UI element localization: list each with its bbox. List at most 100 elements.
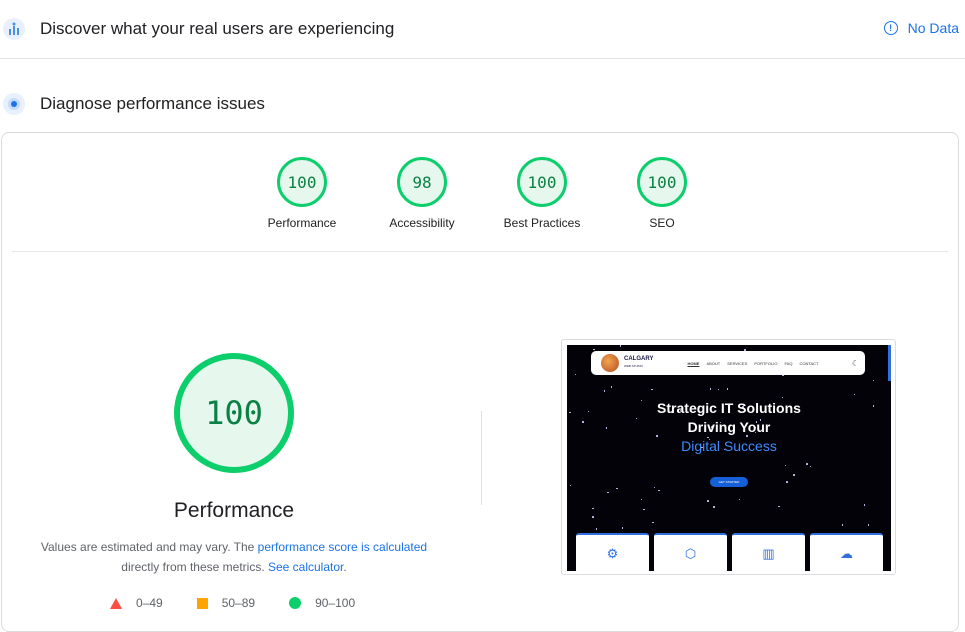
field-data-section: Discover what your real users are experi… (0, 0, 965, 59)
gauge-performance[interactable]: 100 Performance (242, 157, 362, 230)
gauge-accessibility[interactable]: 98 Accessibility (362, 157, 482, 230)
logo-line: CALGARY (624, 356, 654, 362)
no-data-link[interactable]: ! No Data (883, 20, 959, 36)
star (621, 527, 624, 529)
star (651, 388, 653, 391)
star (653, 486, 655, 489)
star (592, 507, 594, 510)
preview-nav-links: HOME ABOUT SERVICES PORTFOLIO FAQ CONTAC… (687, 361, 818, 366)
legend-fail: 0–49 (110, 596, 163, 610)
legend-average: 50–89 (196, 596, 256, 610)
shield-icon: ⬡ (654, 533, 727, 571)
gauge-label: SEO (649, 216, 675, 230)
star (778, 505, 780, 508)
star (607, 491, 609, 494)
note-text: . (343, 560, 347, 574)
star (619, 345, 622, 347)
star (658, 489, 660, 492)
star (793, 474, 795, 476)
star (717, 388, 720, 391)
star (809, 465, 812, 468)
hero-line-highlight: Digital Success (681, 438, 777, 454)
preview-nav-link: PORTFOLIO (754, 360, 778, 366)
star (643, 508, 645, 511)
star (595, 528, 598, 530)
category-gauges: 100 Performance 98 Accessibility 100 Bes… (242, 157, 722, 230)
people-chart-icon (3, 18, 25, 40)
score-ring: 100 (637, 157, 687, 207)
circle-icon (289, 597, 302, 609)
field-data-title: Discover what your real users are experi… (40, 19, 395, 38)
star (863, 504, 866, 506)
star (616, 487, 618, 490)
score-ring: 98 (397, 157, 447, 207)
preview-logo-text: CALGARY WEB STUDIO (624, 356, 653, 370)
star (610, 386, 613, 388)
performance-score-gauge: 100 (174, 353, 294, 473)
preview-service-cards: ⚙ ⬡ ▥ ☁ (576, 533, 883, 571)
preview-hero-heading: Strategic IT Solutions Driving Your Digi… (567, 399, 891, 456)
star (806, 463, 808, 465)
lab-flask-icon (3, 93, 25, 115)
moon-icon: ☾ (851, 358, 859, 368)
divider (12, 251, 948, 252)
star (713, 506, 715, 508)
star (853, 393, 856, 396)
preview-cta-button: GET STARTED (710, 477, 748, 487)
hero-line: Driving Your (687, 419, 771, 435)
triangle-icon (110, 597, 122, 609)
logo-icon (601, 354, 619, 372)
gauge-label: Performance (267, 216, 337, 230)
preview-navbar: CALGARY WEB STUDIO HOME ABOUT SERVICES P… (591, 351, 865, 375)
final-screenshot[interactable]: CALGARY WEB STUDIO HOME ABOUT SERVICES P… (561, 339, 896, 575)
legend-range: 0–49 (136, 596, 163, 610)
gauge-label: Accessibility (389, 216, 455, 230)
logo-subline: WEB STUDIO (624, 364, 644, 368)
score-ring: 100 (277, 157, 327, 207)
star (872, 379, 875, 382)
no-data-label: No Data (907, 20, 959, 36)
star (709, 388, 712, 390)
lab-data-title: Diagnose performance issues (40, 94, 265, 113)
score-ring: 100 (517, 157, 567, 207)
legend-pass: 90–100 (289, 596, 355, 610)
star (867, 524, 870, 526)
star (574, 373, 577, 376)
gauge-best-practices[interactable]: 100 Best Practices (482, 157, 602, 230)
star (738, 498, 741, 501)
legend-range: 50–89 (221, 596, 256, 610)
gear-icon: ⚙ (576, 533, 649, 571)
note-text: directly from these metrics. (121, 560, 268, 574)
legend-range: 90–100 (315, 596, 356, 610)
star (841, 524, 844, 526)
gauge-seo[interactable]: 100 SEO (602, 157, 722, 230)
star (603, 390, 606, 392)
star (592, 516, 594, 518)
lab-data-section: Diagnose performance issues (0, 76, 965, 132)
star (569, 484, 572, 487)
info-icon: ! (883, 21, 898, 35)
preview-nav-link: FAQ (784, 360, 793, 366)
preview-nav-link: CONTACT (799, 360, 819, 366)
score-calculated-link[interactable]: performance score is calculated (258, 540, 427, 554)
star (707, 500, 709, 502)
preview-scrollbar (888, 345, 891, 381)
score-legend: 0–49 50–89 90–100 (110, 596, 389, 610)
star (640, 498, 643, 501)
star (652, 521, 654, 524)
hero-line: Strategic IT Solutions (657, 400, 801, 416)
gauge-label: Best Practices (503, 216, 581, 230)
chart-icon: ▥ (732, 533, 805, 571)
performance-title: Performance (173, 499, 295, 522)
star (726, 388, 729, 390)
preview-nav-link: ABOUT (706, 360, 721, 366)
preview-nav-link: SERVICES (727, 360, 748, 366)
cloud-icon: ☁ (810, 533, 883, 571)
see-calculator-link[interactable]: See calculator (268, 560, 343, 574)
vertical-divider (481, 411, 482, 505)
preview-nav-link: HOME (687, 360, 700, 366)
star (786, 481, 788, 483)
star (784, 464, 787, 467)
report-card: 100 Performance 98 Accessibility 100 Bes… (1, 132, 959, 632)
note-text: Values are estimated and may vary. The (40, 540, 258, 554)
